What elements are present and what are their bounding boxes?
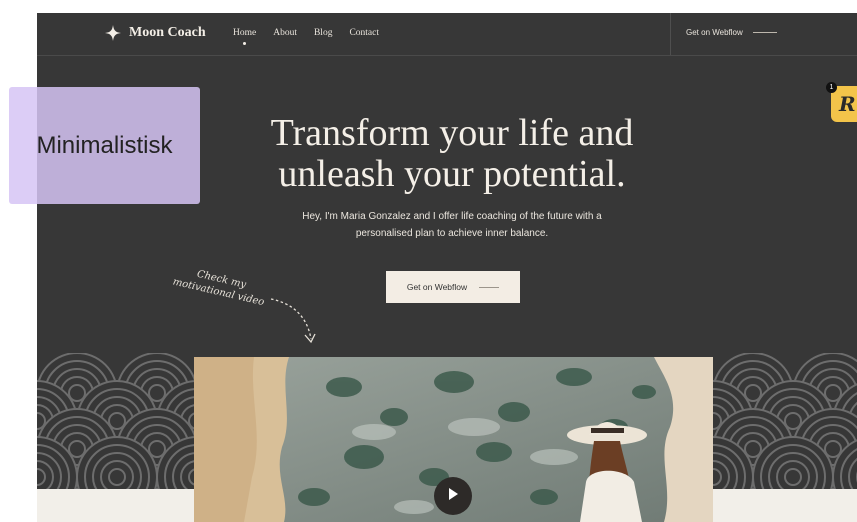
nav-divider — [670, 13, 671, 55]
play-icon — [448, 487, 458, 505]
badge-letter: R — [839, 92, 856, 116]
brand-logo[interactable]: Moon Coach — [105, 25, 206, 41]
brand-name: Moon Coach — [129, 25, 206, 40]
nav-link-contact[interactable]: Contact — [349, 28, 379, 38]
wave-pattern-left — [37, 353, 197, 493]
nav-link-blog[interactable]: Blog — [314, 28, 332, 38]
nav-links: Home About Blog Contact — [233, 28, 379, 45]
hero-subtitle: Hey, I'm Maria Gonzalez and I offer life… — [37, 208, 857, 242]
hero-cta-button[interactable]: Get on Webflow — [386, 271, 520, 303]
badge-count: 1 — [826, 82, 837, 93]
style-label-text: Minimalistisk — [36, 131, 173, 159]
top-nav: Moon Coach Home About Blog Contact Get o… — [37, 13, 857, 56]
nav-link-about[interactable]: About — [273, 28, 297, 38]
play-video-button[interactable] — [434, 477, 472, 515]
hero-cta-line — [479, 286, 500, 288]
style-label-overlay: Minimalistisk — [9, 87, 200, 204]
nav-link-home[interactable]: Home — [233, 28, 256, 45]
wave-pattern-right — [713, 353, 857, 493]
hero-cta-label: Get on Webflow — [406, 282, 468, 292]
nav-cta-button[interactable]: Get on Webflow — [686, 28, 777, 37]
nav-cta-label: Get on Webflow — [686, 28, 743, 37]
hero-subtitle-line-1: Hey, I'm Maria Gonzalez and I offer life… — [302, 211, 602, 222]
dashed-curved-arrow-icon — [269, 295, 319, 352]
nav-cta-line — [752, 32, 777, 33]
four-point-star-icon — [105, 25, 121, 41]
video-note: Check my motivational video — [163, 261, 276, 311]
hero-subtitle-line-2: personalised plan to achieve inner balan… — [355, 228, 549, 239]
